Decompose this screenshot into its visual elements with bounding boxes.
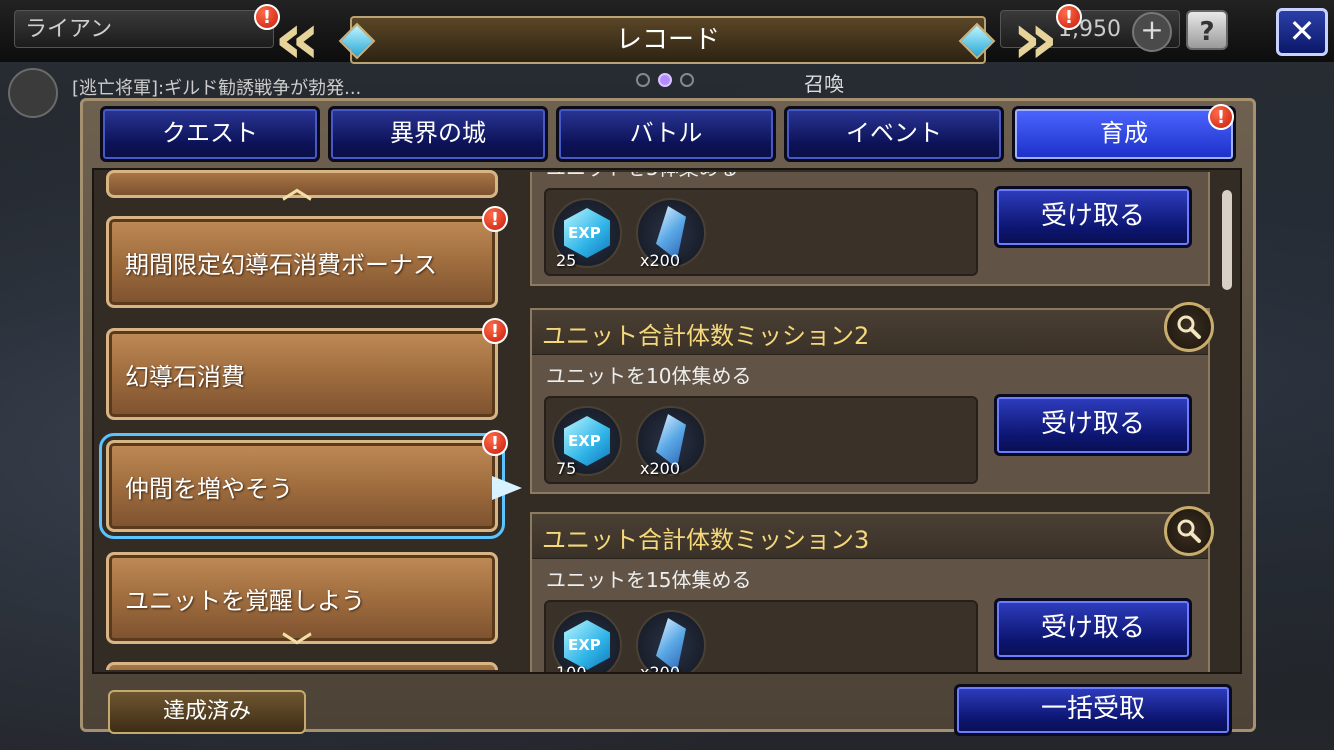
chat-icon[interactable] <box>8 68 58 118</box>
reward-box: EXP 25 x200 <box>544 188 978 276</box>
scrollbar[interactable] <box>1222 190 1232 290</box>
page-dot <box>636 73 650 87</box>
category-item[interactable]: 期間限定幻導石消費ボーナス <box>106 216 498 308</box>
page-indicator <box>636 72 702 91</box>
crystal-reward-icon: x200 <box>636 610 706 672</box>
chevron-right-icon: » <box>1012 0 1059 80</box>
mission-desc: ユニットを10体集める <box>546 364 752 388</box>
tab-training[interactable]: 育成 <box>1012 106 1236 162</box>
claim-button[interactable]: 受け取る <box>994 186 1192 248</box>
claim-button[interactable]: 受け取る <box>994 598 1192 660</box>
mission-desc: ユニットを15体集める <box>546 568 752 592</box>
news-text: [逃亡将軍]:ギルド勧誘戦争が勃発... <box>72 78 362 99</box>
page-title: レコード <box>350 16 986 64</box>
alert-icon: ! <box>482 430 508 456</box>
category-item[interactable]: 幻導石消費 <box>106 328 498 420</box>
reward-box: EXP 75 x200 <box>544 396 978 484</box>
player-name: ライアン <box>14 10 274 48</box>
page-dot <box>680 73 694 87</box>
alert-icon: ! <box>1208 104 1234 130</box>
reward-box: EXP 100 x200 <box>544 600 978 672</box>
tab-battle[interactable]: バトル <box>556 106 776 162</box>
mission-title: ユニット合計体数ミッション2 <box>542 322 870 350</box>
exp-reward-icon: EXP 75 <box>552 406 622 478</box>
page-dot-active <box>658 73 672 87</box>
category-list[interactable]: ︿ 期間限定幻導石消費ボーナス 幻導石消費 仲間を増やそう ユニットを覚醒しよう… <box>96 170 516 670</box>
mission-desc: ユニットを5体集める <box>546 172 739 181</box>
completed-button[interactable]: 達成済み <box>108 690 306 734</box>
alert-icon: ! <box>482 318 508 344</box>
exp-reward-icon: EXP 100 <box>552 610 622 672</box>
alert-icon: ! <box>1056 4 1082 30</box>
chevron-left-icon: « <box>274 0 321 80</box>
exp-label: EXP <box>568 636 601 654</box>
exp-reward-icon: EXP 25 <box>552 198 622 270</box>
selection-pointer-icon <box>492 476 522 500</box>
close-button[interactable]: ✕ <box>1276 8 1328 56</box>
summon-label: 召喚 <box>804 72 844 96</box>
mission-title: ユニット合計体数ミッション3 <box>542 526 870 554</box>
crystal-reward-icon: x200 <box>636 406 706 478</box>
alert-icon: ! <box>482 206 508 232</box>
chevron-up-icon[interactable]: ︿ <box>282 174 312 204</box>
search-icon[interactable] <box>1164 302 1214 352</box>
exp-label: EXP <box>568 432 601 450</box>
mission-card: ユニット合計体数ミッション3 ユニットを15体集める EXP 100 x200 … <box>530 512 1210 672</box>
exp-label: EXP <box>568 224 601 242</box>
mission-list: ユニットを5体集める EXP 25 x200 受け取る ユニット合計体数ミッショ… <box>530 172 1210 672</box>
reward-qty: x200 <box>640 251 681 270</box>
claim-button[interactable]: 受け取る <box>994 394 1192 456</box>
reward-qty: x200 <box>640 459 681 478</box>
help-button[interactable]: ? <box>1186 10 1228 50</box>
search-icon[interactable] <box>1164 506 1214 556</box>
tab-event[interactable]: イベント <box>784 106 1004 162</box>
reward-qty: 25 <box>556 251 577 270</box>
mission-card: ユニットを5体集める EXP 25 x200 受け取る <box>530 172 1210 286</box>
reward-qty: 100 <box>556 663 587 672</box>
crystal-reward-icon: x200 <box>636 198 706 270</box>
claim-all-button[interactable]: 一括受取 <box>954 684 1232 736</box>
reward-qty: x200 <box>640 663 680 672</box>
category-item-selected[interactable]: 仲間を増やそう <box>99 433 505 539</box>
tab-quest[interactable]: クエスト <box>100 106 320 162</box>
reward-qty: 75 <box>556 459 577 478</box>
add-gems-button[interactable]: + <box>1132 12 1172 52</box>
chevron-down-icon[interactable]: ﹀ <box>282 634 312 664</box>
mission-card: ユニット合計体数ミッション2 ユニットを10体集める EXP 75 x200 受… <box>530 308 1210 494</box>
tab-castle[interactable]: 異界の城 <box>328 106 548 162</box>
